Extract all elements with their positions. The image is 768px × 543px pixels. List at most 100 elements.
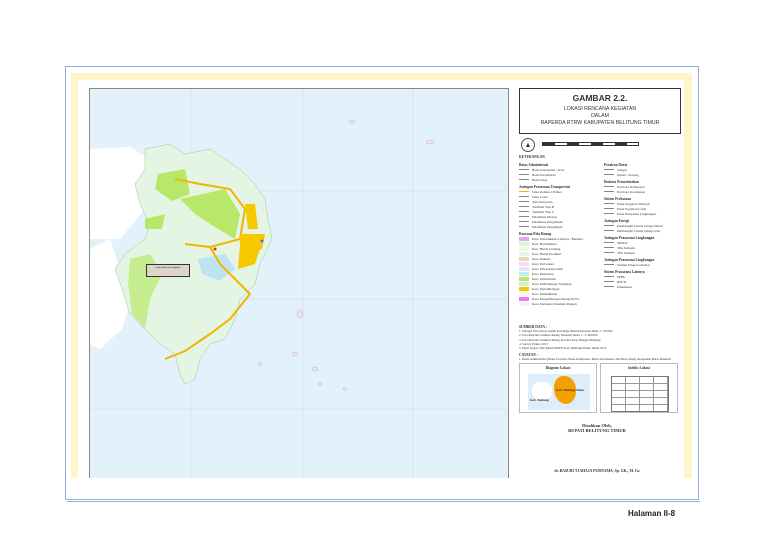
legend-swatch: [604, 276, 614, 277]
legend-swatch: [519, 276, 529, 281]
legend-swatch: [604, 186, 614, 187]
north-arrow-icon: ▲: [521, 138, 535, 152]
legend-swatch: [519, 256, 529, 261]
title-line-1: LOKASI RENCANA KEGIATAN: [563, 106, 637, 112]
legend-label: Pusat Kegiatan Wilayah: [617, 201, 650, 206]
legend-label: Jalan Lokal: [532, 194, 548, 199]
legend-label: Terminal Tipe C: [532, 209, 555, 214]
legend-label: Kaw. Hortikultura: [532, 241, 557, 246]
legend-swatch: [519, 226, 529, 227]
legend-heading: KETERANGAN: [519, 155, 545, 159]
page-number: Halaman II-8: [628, 509, 676, 518]
legend-swatch: [604, 213, 614, 214]
sumber-data: SUMBER DATA : 1. Sebagai Peta Dasar adal…: [519, 325, 679, 362]
legend-label: Kaw. Pertambangan: [532, 286, 560, 291]
legend-swatch: [604, 208, 614, 209]
legend-label: Batas Kabupaten / Kota: [532, 167, 565, 172]
legend-swatch: [604, 203, 614, 204]
legend-label: Pelabuhan Pengumpan: [532, 219, 563, 224]
legend-swatch: [519, 174, 529, 175]
legend-item: Batas Desa: [519, 177, 599, 182]
legend-item: Pembangkit Listrik Tenaga Uap: [604, 228, 682, 233]
legend-label: RSUD: [617, 279, 627, 284]
catatan-text: 1. Batas Administrasi (Batas Provinsi, B…: [519, 357, 671, 362]
figure-title: GAMBAR 2.2.: [572, 93, 628, 103]
legend-swatch: [604, 169, 614, 170]
legend-label: Alur Pelayaran: [532, 199, 553, 204]
legend-swatch: [519, 251, 529, 256]
legend-swatch: [519, 221, 529, 222]
footer-rule: [67, 501, 700, 502]
legend-swatch: [519, 301, 529, 306]
legend-swatch: [604, 247, 614, 248]
legend-swatch: [519, 191, 529, 192]
legend-item: Puskesmas: [604, 284, 682, 289]
legend-label: Kaw. Pariwisata: [532, 261, 555, 266]
legend-label: Sungai: [617, 167, 627, 172]
legend-label: Kaw. Pelestarian Alam: [532, 266, 563, 271]
legend-label: Kaw. Permukiman: [532, 291, 558, 296]
index-grid: [611, 376, 669, 412]
signer-name: dr. BASURI TJAHAJA PURNAMA, Sp. GK., M. …: [554, 469, 640, 473]
legend-swatch: [519, 206, 529, 207]
legend-swatch: [604, 252, 614, 253]
diagram-lokasi: Diagram Lokasi Kab. Belitung Timur Kab. …: [519, 363, 597, 413]
legend-label: Stasiun Telepon Otomat: [617, 262, 650, 267]
legend-item: Danau / Kolong: [604, 172, 682, 177]
legend-label: Kaw. Pengembangan Energi PLTU: [532, 296, 580, 301]
legend-label: Pembangkit Listrik Tenaga Diesel: [617, 223, 664, 228]
legend-swatch: [519, 196, 529, 197]
diagram-map: Kab. Belitung Timur Kab. Belitung: [528, 374, 590, 410]
map-callout: Lokasi Rencana Kegiatan: [146, 264, 190, 277]
legend-swatch: [519, 216, 529, 217]
legend-label: Kaw. Perlindungan Setempat: [532, 281, 572, 286]
diagram-title: Diagram Lokasi: [545, 366, 571, 370]
legend-label: SPBU: [617, 274, 626, 279]
sumber-item: 5. Hasil Sospro Tim Teknis RTRW Kab. Bel…: [519, 346, 607, 351]
legend-swatch: [604, 174, 614, 175]
indeks-lokasi: Indeks Lokasi: [600, 363, 678, 413]
legend-label: Pusat Kegiatan Lokal: [617, 206, 647, 211]
legend-label: Kaw. Pertanian Tanaman Pangan: [532, 301, 577, 306]
index-title: Indeks Lokasi: [628, 366, 650, 370]
legend-label: Jalan Kolektor Primer: [532, 189, 562, 194]
bupati-label: BUPATI BELITUNG TIMUR: [568, 428, 626, 433]
legend-item: Ibu Kota Kecamatan: [604, 189, 682, 194]
legend-label: TPA Sampah: [617, 245, 635, 250]
map-area: [89, 88, 509, 478]
legend-label: SPALD: [617, 240, 628, 245]
legend-label: Pelabuhan Pengumpul: [532, 224, 563, 229]
legend-item: Pelabuhan Pengumpul: [519, 224, 599, 229]
diagram-label-east: Kab. Belitung Timur: [556, 388, 585, 392]
legend-swatch: [519, 246, 529, 251]
legend-col-right: Perairan Darat Sungai Danau / Kolong Ibuko…: [604, 160, 682, 289]
legend-label: Batas Desa: [532, 177, 548, 182]
legend-label: Kaw. Hutan Produksi: [532, 251, 562, 256]
legend-item: Kaw. Pertanian Tanaman Pangan: [519, 301, 599, 306]
legend-label: Kaw. Industri: [532, 256, 551, 261]
legend-swatch: [519, 241, 529, 246]
legend-swatch: [604, 286, 614, 287]
legend-label: TPS Sampah: [617, 250, 635, 255]
title-line-2: DALAM: [591, 113, 609, 119]
legend-swatch: [604, 191, 614, 192]
scale-bar: [542, 142, 639, 146]
legend-label: Batas Kecamatan: [532, 172, 556, 177]
legend-label: Kaw. Hutan Lindung: [532, 246, 561, 251]
legend-item: Pusat Pelayanan Lingkungan: [604, 211, 682, 216]
legend-swatch: [519, 169, 529, 170]
legend-label: Kaw. Perikanan: [532, 271, 554, 276]
legend-label: Pembangkit Listrik Tenaga Uap: [617, 228, 661, 233]
legend-col-left: Batas Administrasi Batas Kabupaten / Kot…: [519, 160, 599, 306]
legend-label: Terminal Tipe B: [532, 204, 555, 209]
legend-label: Danau / Kolong: [617, 172, 639, 177]
map-legend-panel: GAMBAR 2.2. LOKASI RENCANA KEGIATAN DALA…: [512, 88, 682, 478]
legend-swatch: [519, 236, 529, 241]
title-line-3: RAPERDA RTRW KABUPATEN BELITUNG TIMUR: [540, 120, 660, 126]
legend-swatch: [604, 242, 614, 243]
legend-swatch: [604, 230, 614, 231]
legend-label: Kaw. Perkebunan: [532, 276, 556, 281]
legend-label: Pelabuhan Khusus: [532, 214, 558, 219]
legend-swatch: [519, 261, 529, 266]
legend-swatch: [519, 179, 529, 180]
